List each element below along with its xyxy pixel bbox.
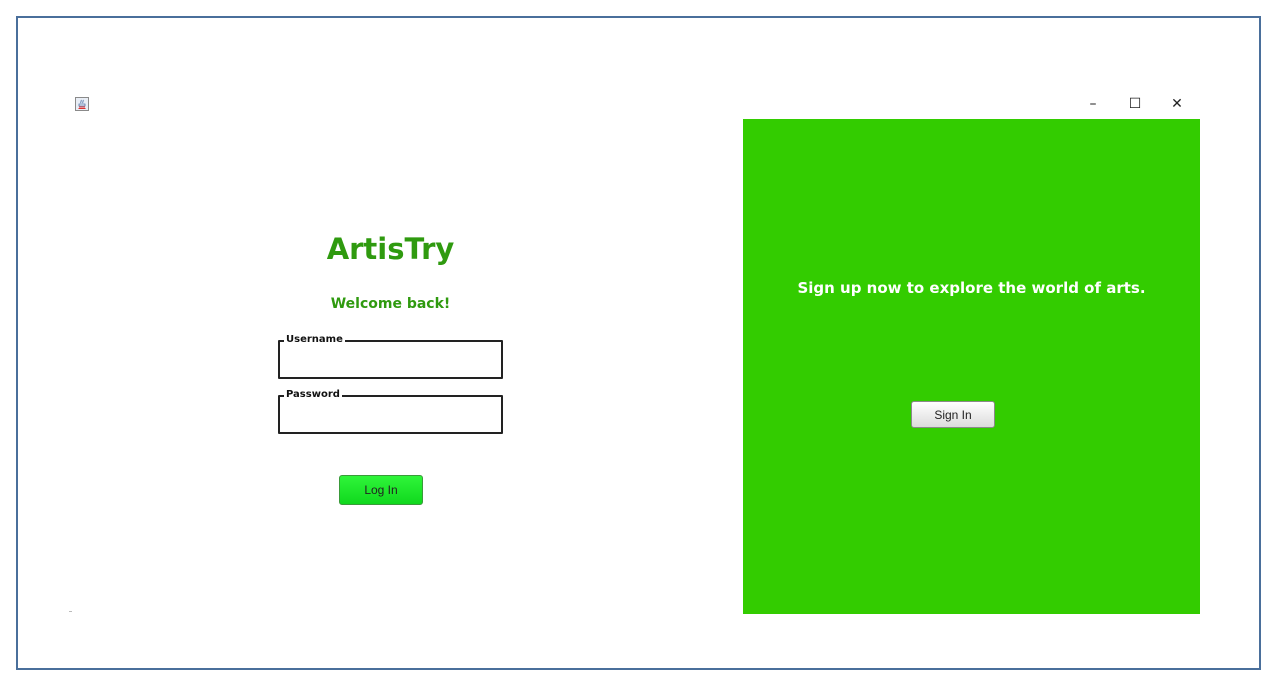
window-controls: – ☐ ✕ (1072, 94, 1198, 114)
username-label: Username (284, 333, 345, 347)
username-input[interactable] (284, 350, 500, 374)
username-field[interactable]: Username (278, 333, 503, 379)
java-icon (75, 97, 89, 111)
signin-button[interactable]: Sign In (911, 401, 995, 428)
minimize-button[interactable]: – (1072, 94, 1114, 114)
signup-panel: Sign up now to explore the world of arts… (743, 119, 1200, 614)
login-button[interactable]: Log In (339, 475, 423, 505)
close-button[interactable]: ✕ (1156, 94, 1198, 114)
password-label: Password (284, 388, 342, 402)
signup-message: Sign up now to explore the world of arts… (797, 279, 1146, 297)
maximize-button[interactable]: ☐ (1114, 94, 1156, 114)
welcome-subtitle: Welcome back! (330, 296, 451, 312)
password-input[interactable] (284, 405, 500, 429)
decorative-mark (69, 611, 72, 612)
app-title: ArtisTry (326, 232, 455, 266)
password-field[interactable]: Password (278, 388, 503, 434)
